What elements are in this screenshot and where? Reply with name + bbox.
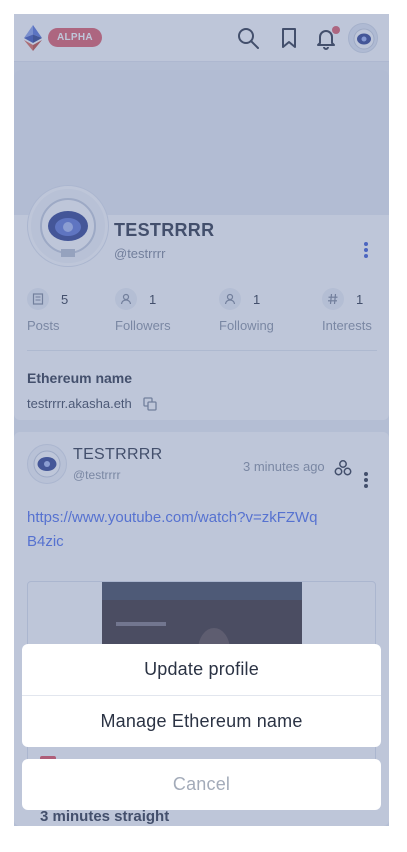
- cancel-button[interactable]: Cancel: [22, 759, 381, 810]
- manage-ens-button[interactable]: Manage Ethereum name: [22, 696, 381, 747]
- app-screen: ALPHA TESTRRRR @testrrrr 5 Posts 1 Follo…: [14, 14, 389, 826]
- action-sheet: Update profile Manage Ethereum name: [22, 644, 381, 747]
- update-profile-button[interactable]: Update profile: [22, 644, 381, 695]
